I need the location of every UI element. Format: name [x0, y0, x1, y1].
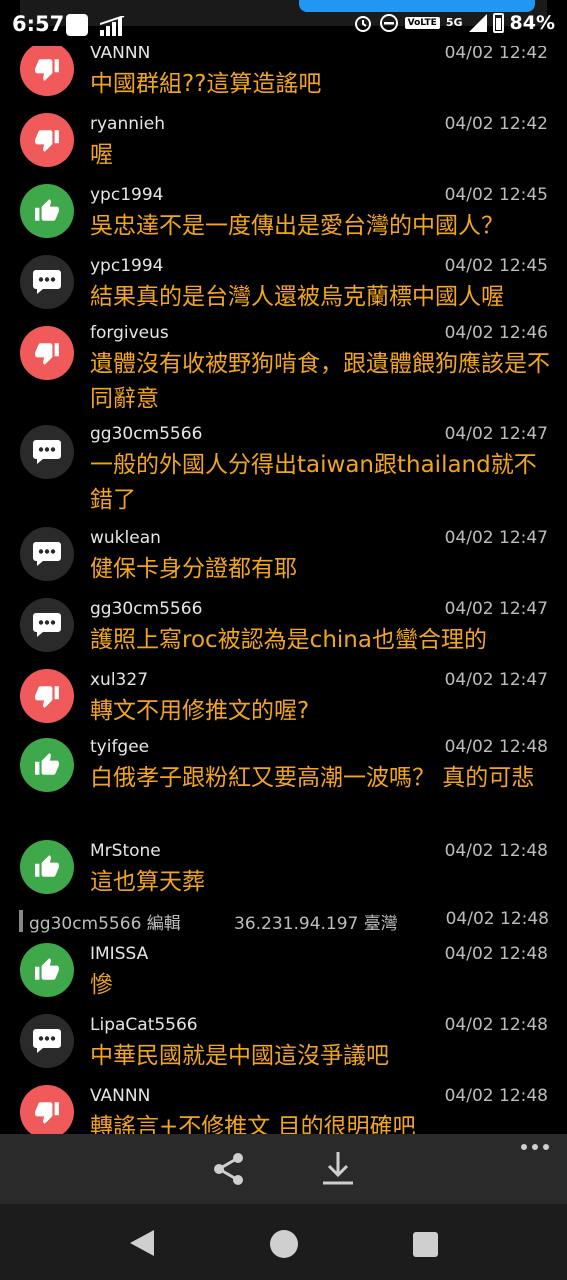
push-type-badge	[20, 326, 74, 380]
thumbs-down-icon	[35, 1102, 59, 1124]
comment-text: 一般的外國人分得出taiwan跟thailand就不錯了	[90, 452, 537, 513]
speech-bubble-icon	[33, 440, 61, 464]
push-type-badge	[20, 840, 74, 894]
recent-apps-icon[interactable]	[413, 1232, 438, 1257]
battery-percent: 84%	[509, 12, 555, 34]
status-indicators: VoLTE 5G 84%	[353, 12, 555, 34]
push-type-badge	[20, 943, 74, 997]
thumbs-up-icon	[35, 753, 59, 775]
comment-text: 中國群組??這算造謠吧	[90, 71, 322, 97]
comment-text: 遺體沒有收被野狗啃食，跟遺體餵狗應該是不同辭意	[90, 351, 550, 412]
status-bar: 6:57 VoLTE 5G 84%	[0, 0, 567, 46]
comment-time: 04/02 12:42	[444, 43, 548, 63]
comment-time: 04/02 12:47	[444, 670, 548, 690]
speech-bubble-icon	[33, 1029, 61, 1053]
comment-text: 結果真的是台灣人還被烏克蘭標中國人喔	[90, 284, 504, 310]
edit-user: gg30cm5566 編輯	[29, 914, 181, 934]
bottom-toolbar	[0, 1134, 567, 1204]
do-not-disturb-icon	[379, 14, 398, 32]
thumbs-down-icon	[35, 130, 59, 152]
edit-marker	[19, 910, 23, 932]
thumbs-down-icon	[35, 59, 59, 81]
comment-time: 04/02 12:48	[444, 737, 548, 757]
signal-app-icon	[100, 16, 125, 36]
push-type-badge	[20, 669, 74, 723]
notification-pill	[299, 0, 535, 12]
comment-text: 這也算天葬	[90, 869, 205, 895]
comment-text: 喔	[90, 142, 113, 168]
comment-user: tyifgee	[90, 737, 150, 757]
comment-text: 轉謠言+不修推文 目的很明確吧	[90, 1114, 416, 1134]
comment-time: 04/02 12:42	[444, 114, 548, 134]
push-type-badge	[20, 255, 74, 309]
push-type-badge	[20, 1014, 74, 1068]
comment-time: 04/02 12:45	[444, 256, 548, 276]
comment-user: wuklean	[90, 528, 161, 548]
clock: 6:57	[12, 12, 65, 36]
push-type-badge	[20, 425, 74, 479]
notification-square-icon	[66, 14, 88, 36]
comment-text: 慘	[90, 972, 113, 998]
push-type-badge	[20, 738, 74, 792]
comment-user: ypc1994	[90, 256, 164, 276]
push-type-badge	[20, 527, 74, 581]
push-type-badge	[20, 1085, 74, 1134]
cell-signal-icon	[468, 14, 487, 32]
network-type: 5G	[445, 16, 463, 29]
thumbs-down-icon	[35, 686, 59, 708]
comment-time: 04/02 12:47	[444, 599, 548, 619]
comment-user: VANNN	[90, 43, 151, 63]
comment-time: 04/02 12:45	[444, 185, 548, 205]
comment-user: IMISSA	[90, 944, 149, 964]
comment-text: 健保卡身分證都有耶	[90, 556, 297, 582]
comment-user: gg30cm5566	[90, 424, 203, 444]
comment-time: 04/02 12:48	[444, 944, 548, 964]
home-icon[interactable]	[270, 1230, 298, 1258]
back-icon[interactable]	[128, 1228, 156, 1258]
comment-text: 轉文不用修推文的喔?	[90, 698, 310, 724]
comment-time: 04/02 12:48	[444, 1086, 548, 1106]
comment-user: forgiveus	[90, 323, 169, 343]
comment-text: 吳忠達不是一度傳出是愛台灣的中國人？	[90, 213, 504, 239]
thumbs-down-icon	[35, 343, 59, 365]
more-dots-icon[interactable]	[521, 1144, 549, 1150]
thumbs-up-icon	[35, 855, 59, 877]
comment-user: VANNN	[90, 1086, 151, 1106]
edit-record: gg30cm5566 編輯 36.231.94.197 臺灣 04/02 12:…	[19, 909, 549, 934]
comment-user: xul327	[90, 670, 149, 690]
comment-time: 04/02 12:47	[444, 528, 548, 548]
share-icon[interactable]	[210, 1150, 248, 1188]
comment-user: ypc1994	[90, 185, 164, 205]
speech-bubble-icon	[33, 613, 61, 637]
comment-time: 04/02 12:47	[444, 424, 548, 444]
comment-user: LipaCat5566	[90, 1015, 198, 1035]
system-nav-bar	[0, 1204, 567, 1280]
battery-icon	[492, 13, 504, 33]
push-type-badge	[20, 598, 74, 652]
comment-user: MrStone	[90, 841, 161, 861]
edit-ip: 36.231.94.197 臺灣	[234, 914, 398, 934]
edit-time: 04/02 12:48	[445, 909, 549, 929]
push-type-badge	[20, 184, 74, 238]
comment-time: 04/02 12:48	[444, 841, 548, 861]
thumbs-up-icon	[35, 958, 59, 980]
comment-text: 護照上寫roc被認為是china也蠻合理的	[90, 627, 487, 653]
comment-list[interactable]: VANNN 04/02 12:42 中國群組??這算造謠吧 ryannieh 0…	[0, 38, 567, 1134]
comment-time: 04/02 12:46	[444, 323, 548, 343]
thumbs-up-icon	[35, 199, 59, 221]
push-type-badge	[20, 42, 74, 96]
volte-badge: VoLTE	[404, 17, 440, 29]
comment-user: ryannieh	[90, 114, 165, 134]
comment-user: gg30cm5566	[90, 599, 203, 619]
comment-time: 04/02 12:48	[444, 1015, 548, 1035]
alarm-icon	[354, 16, 371, 32]
speech-bubble-icon	[33, 542, 61, 566]
speech-bubble-icon	[33, 270, 61, 294]
push-type-badge	[20, 113, 74, 167]
comment-text: 中華民國就是中國這沒爭議吧	[90, 1043, 389, 1069]
comment-text: 白俄孝子跟粉紅又要高潮一波嗎？ 真的可悲	[90, 765, 535, 791]
download-icon[interactable]	[320, 1150, 356, 1188]
